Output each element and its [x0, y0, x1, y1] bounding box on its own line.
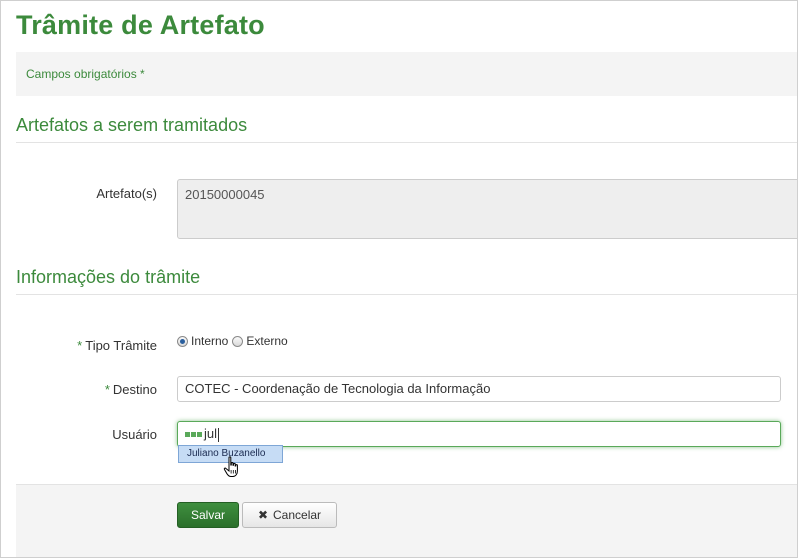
radio-externo-label[interactable]: Externo: [246, 334, 287, 348]
cancel-button-label: Cancelar: [273, 508, 322, 522]
required-fields-note: Campos obrigatórios *: [26, 67, 145, 81]
form-actions-bar: [16, 484, 797, 557]
page-title: Trâmite de Artefato: [16, 10, 265, 40]
required-fields-bar: Campos obrigatórios *: [16, 52, 797, 96]
radio-interno-label[interactable]: Interno: [191, 334, 228, 348]
destino-field[interactable]: COTEC - Coordenação de Tecnologia da Inf…: [177, 376, 781, 402]
destino-value: COTEC - Coordenação de Tecnologia da Inf…: [185, 381, 491, 396]
usuario-label: Usuário: [112, 427, 157, 442]
tipo-tramite-label-text: Tipo Trâmite: [85, 338, 157, 353]
required-mark: *: [104, 382, 110, 397]
usuario-field[interactable]: jul: [177, 421, 781, 447]
text-caret: [218, 427, 220, 442]
save-button[interactable]: Salvar: [177, 502, 239, 528]
section-divider: [16, 294, 797, 295]
destino-label-text: Destino: [112, 382, 157, 397]
section-title-informacoes: Informações do trâmite: [16, 267, 201, 287]
close-icon: ✖: [257, 508, 269, 522]
destino-label: * Destino: [105, 382, 157, 397]
app-window: Trâmite de Artefato Campos obrigatórios …: [0, 0, 798, 558]
section-title-artefatos: Artefatos a serem tramitados: [16, 115, 248, 135]
loading-dots-icon: [185, 432, 202, 438]
radio-interno[interactable]: [177, 335, 188, 347]
tipo-tramite-label: * Tipo Trâmite: [77, 338, 157, 353]
tipo-tramite-group: Interno Externo: [177, 334, 292, 348]
required-mark: *: [77, 338, 83, 353]
cancel-button[interactable]: ✖ Cancelar: [242, 502, 337, 528]
hand-pointer-icon: [223, 456, 238, 477]
usuario-value: jul: [204, 426, 218, 441]
artefatos-field[interactable]: 20150000045: [177, 179, 797, 239]
section-divider: [16, 142, 797, 143]
artefato-value: 20150000045: [185, 187, 265, 202]
artefatos-label: Artefato(s): [96, 186, 157, 201]
radio-externo[interactable]: [232, 335, 244, 347]
